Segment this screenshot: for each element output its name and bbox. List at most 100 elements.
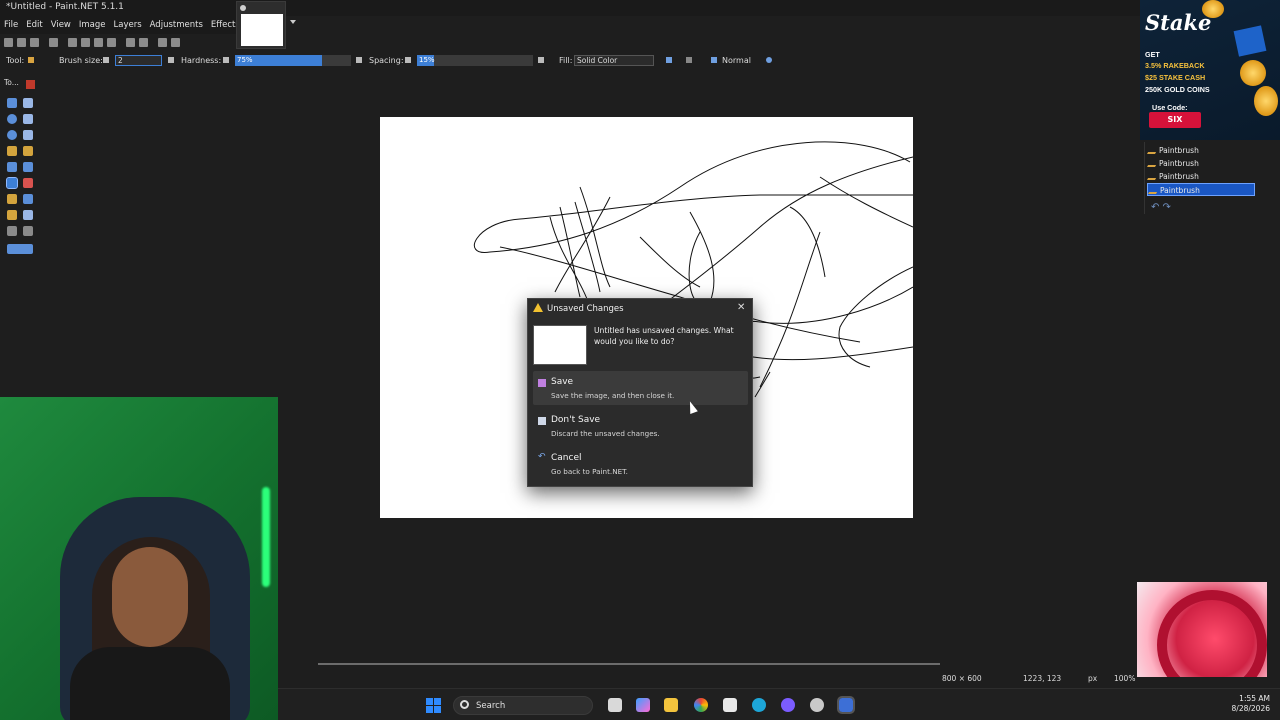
- horizontal-scrollbar[interactable]: [318, 663, 940, 665]
- blend-mode-icon[interactable]: [711, 57, 717, 63]
- cancel-button-desc: Go back to Paint.NET.: [551, 467, 628, 476]
- menu-adjustments[interactable]: Adjustments: [150, 20, 203, 30]
- discord-icon[interactable]: [781, 698, 795, 712]
- brush-size-input[interactable]: 2: [115, 55, 162, 66]
- spacing-decrease-icon[interactable]: [405, 57, 411, 63]
- hardness-increase-icon[interactable]: [356, 57, 362, 63]
- tab-dropdown-icon[interactable]: [290, 20, 296, 26]
- paste-icon[interactable]: [94, 38, 103, 47]
- units-dropdown[interactable]: px: [1088, 674, 1097, 683]
- unsaved-changes-dialog: Unsaved Changes ✕ Untitled has unsaved c…: [527, 298, 753, 487]
- brush-size-increase-icon[interactable]: [168, 57, 174, 63]
- recolor-icon[interactable]: [23, 210, 33, 220]
- stake-ad: Stake GET 3.5% RAKEBACK $25 STAKE CASH 2…: [1140, 0, 1280, 140]
- hardness-value: 75%: [237, 56, 253, 64]
- text-icon[interactable]: [7, 226, 17, 236]
- window-title: *Untitled - Paint.NET 5.1.1: [6, 2, 124, 12]
- history-item[interactable]: Paintbrush: [1146, 144, 1255, 157]
- image-size-readout: 800 × 600: [942, 674, 982, 683]
- close-icon[interactable]: ✕: [737, 302, 745, 313]
- save-button[interactable]: Save Save the image, and then close it.: [533, 371, 748, 405]
- document-preview: [533, 325, 587, 365]
- copy-icon[interactable]: [81, 38, 90, 47]
- edge-icon[interactable]: [752, 698, 766, 712]
- ad-line-cash: $25 STAKE CASH: [1145, 73, 1206, 82]
- antialias-icon[interactable]: [666, 57, 672, 63]
- gradient-icon[interactable]: [23, 162, 33, 172]
- print-icon[interactable]: [49, 38, 58, 47]
- hardness-decrease-icon[interactable]: [223, 57, 229, 63]
- cut-icon[interactable]: [68, 38, 77, 47]
- app-icon[interactable]: [810, 698, 824, 712]
- status-bar: 800 × 600 1223, 123 px 100%: [278, 670, 1138, 688]
- paintbrush-icon: [1146, 147, 1160, 154]
- save-icon[interactable]: [30, 38, 39, 47]
- redo-icon[interactable]: [139, 38, 148, 47]
- menu-edit[interactable]: Edit: [26, 20, 42, 30]
- fill-dropdown[interactable]: Solid Color: [574, 55, 654, 66]
- new-file-icon[interactable]: [4, 38, 13, 47]
- clone-stamp-icon[interactable]: [7, 210, 17, 220]
- menu-layers[interactable]: Layers: [114, 20, 142, 30]
- document-thumbnail: [241, 14, 283, 46]
- dont-save-button-desc: Discard the unsaved changes.: [551, 429, 660, 438]
- menu-view[interactable]: View: [51, 20, 71, 30]
- spacing-slider[interactable]: 15%: [417, 55, 533, 66]
- spacing-increase-icon[interactable]: [538, 57, 544, 63]
- paintbrush-tool-icon[interactable]: [28, 57, 34, 63]
- menu-file[interactable]: File: [4, 20, 18, 30]
- chrome-icon[interactable]: [694, 698, 708, 712]
- history-item[interactable]: Paintbrush: [1146, 170, 1255, 183]
- ruler-icon[interactable]: [171, 38, 180, 47]
- pencil-icon[interactable]: [7, 194, 17, 204]
- paintbrush-icon[interactable]: [6, 177, 18, 189]
- close-tools-panel-icon[interactable]: [26, 80, 35, 89]
- undo-icon[interactable]: [126, 38, 135, 47]
- ellipse-select-icon[interactable]: [7, 130, 17, 140]
- undo-arrow-icon: ↶: [538, 452, 546, 462]
- history-undo-redo-icon[interactable]: ↶ ↷: [1151, 202, 1171, 213]
- open-file-icon[interactable]: [17, 38, 26, 47]
- grid-icon[interactable]: [158, 38, 167, 47]
- paintnet-taskbar-icon[interactable]: [837, 696, 855, 714]
- store-icon[interactable]: [723, 698, 737, 712]
- move-selection-icon[interactable]: [23, 98, 33, 108]
- pan-icon[interactable]: [23, 146, 33, 156]
- zoom-icon[interactable]: [23, 130, 33, 140]
- file-explorer-icon[interactable]: [664, 698, 678, 712]
- task-view-icon[interactable]: [608, 698, 622, 712]
- move-pixels-icon[interactable]: [23, 114, 33, 124]
- document-tab[interactable]: [236, 1, 286, 49]
- fill-label: Fill:: [559, 56, 573, 65]
- magic-wand-icon[interactable]: [7, 146, 17, 156]
- dont-save-button[interactable]: Don't Save Discard the unsaved changes.: [533, 409, 748, 443]
- paintbrush-icon: [1146, 160, 1160, 167]
- history-item-selected[interactable]: Paintbrush: [1147, 183, 1255, 196]
- rectangle-select-icon[interactable]: [7, 98, 17, 108]
- windows-start-icon[interactable]: [426, 698, 441, 713]
- zoom-level[interactable]: 100%: [1114, 674, 1135, 683]
- brush-size-decrease-icon[interactable]: [103, 57, 109, 63]
- lasso-select-icon[interactable]: [7, 114, 17, 124]
- color-picker-icon[interactable]: [23, 194, 33, 204]
- copilot-icon[interactable]: [636, 698, 650, 712]
- selection-mode-icon[interactable]: [686, 57, 692, 63]
- shapes-icon[interactable]: [7, 244, 33, 254]
- alpha-blending-icon[interactable]: [766, 57, 772, 63]
- hardness-slider[interactable]: 75%: [235, 55, 351, 66]
- history-panel: Paintbrush Paintbrush Paintbrush Paintbr…: [1144, 142, 1262, 214]
- blend-mode-dropdown[interactable]: Normal: [722, 56, 751, 65]
- menu-image[interactable]: Image: [79, 20, 106, 30]
- system-clock[interactable]: 1:55 AM 8/28/2026: [1216, 694, 1270, 714]
- eraser-icon[interactable]: [23, 178, 33, 188]
- crop-icon[interactable]: [107, 38, 116, 47]
- cancel-button[interactable]: ↶ Cancel Go back to Paint.NET.: [533, 447, 748, 481]
- hardness-label: Hardness:: [181, 56, 222, 65]
- history-item-label: Paintbrush: [1160, 186, 1200, 195]
- line-curve-icon[interactable]: [23, 226, 33, 236]
- history-item[interactable]: Paintbrush: [1146, 157, 1255, 170]
- unsaved-dot-icon: [240, 5, 246, 11]
- taskbar-search[interactable]: Search: [453, 696, 593, 715]
- decorative-overlay: [1137, 582, 1267, 677]
- paint-bucket-icon[interactable]: [7, 162, 17, 172]
